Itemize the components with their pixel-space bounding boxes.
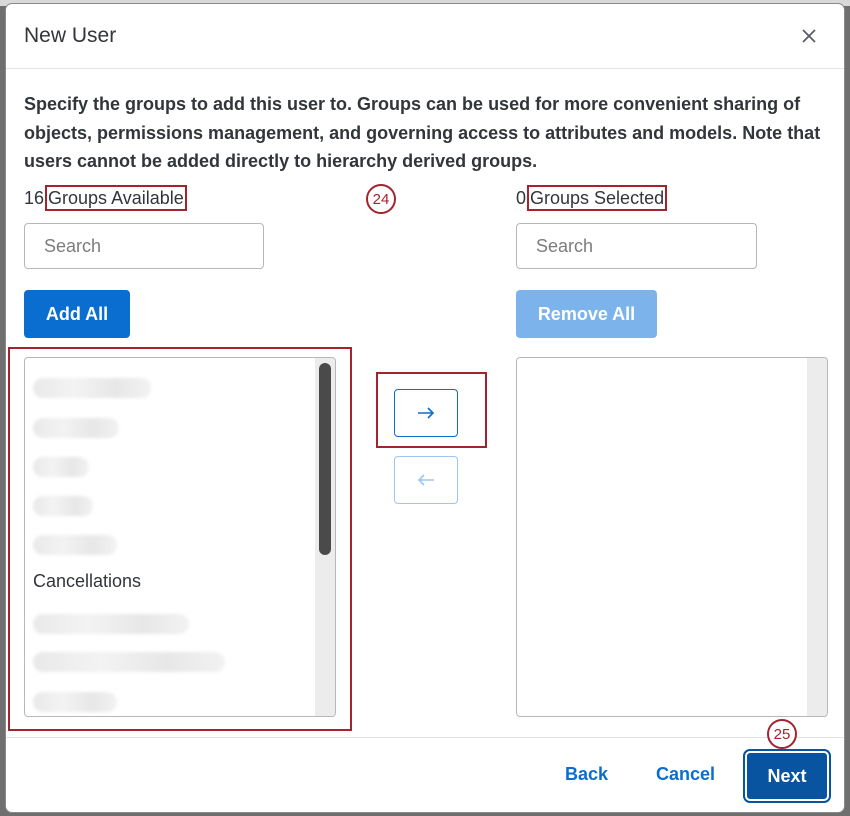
- dialog-footer: 25 Back Cancel Next: [6, 719, 844, 812]
- callout-marker: 24: [366, 184, 396, 214]
- list-scrollbar-thumb[interactable]: [319, 363, 331, 555]
- callout-marker: 25: [767, 719, 797, 749]
- dialog-title: New User: [24, 24, 117, 47]
- back-button[interactable]: Back: [565, 764, 608, 785]
- list-item[interactable]: [33, 535, 117, 555]
- new-user-dialog: New User Specify the groups to add this …: [6, 4, 844, 812]
- available-search-input[interactable]: [24, 223, 264, 269]
- groups-available-label: Groups Available: [45, 185, 187, 211]
- close-button[interactable]: [796, 23, 822, 49]
- list-item[interactable]: [33, 457, 89, 477]
- arrow-right-icon: [418, 407, 435, 419]
- list-scrollbar-track[interactable]: [315, 358, 335, 716]
- move-right-button[interactable]: [394, 389, 458, 437]
- close-icon: [802, 29, 816, 43]
- list-item-cancellations[interactable]: Cancellations: [33, 567, 141, 595]
- list-item[interactable]: [33, 378, 151, 398]
- arrow-left-icon: [417, 474, 434, 486]
- list-item[interactable]: [33, 692, 117, 712]
- groups-selected-header: 0 Groups Selected: [516, 185, 668, 211]
- list-item[interactable]: [33, 652, 225, 672]
- add-all-button[interactable]: Add All: [24, 290, 130, 338]
- cancel-button[interactable]: Cancel: [656, 764, 715, 785]
- list-scrollbar-track[interactable]: [807, 358, 827, 716]
- groups-selected-label: Groups Selected: [527, 185, 668, 211]
- groups-available-header: 16 Groups Available: [24, 185, 187, 211]
- list-item[interactable]: [33, 614, 189, 634]
- list-item[interactable]: [33, 496, 93, 516]
- dialog-header: New User: [6, 4, 844, 69]
- groups-selected-count: 0: [516, 188, 527, 208]
- remove-all-button[interactable]: Remove All: [516, 290, 657, 338]
- list-item[interactable]: [33, 418, 119, 438]
- selected-groups-list[interactable]: [516, 357, 828, 717]
- dialog-instructions: Specify the groups to add this user to. …: [24, 94, 821, 171]
- selected-search-input[interactable]: [516, 223, 757, 269]
- groups-available-count: 16: [24, 188, 45, 208]
- available-groups-list[interactable]: Cancellations: [24, 357, 336, 717]
- move-left-button[interactable]: [394, 456, 458, 504]
- next-button[interactable]: Next: [745, 751, 829, 801]
